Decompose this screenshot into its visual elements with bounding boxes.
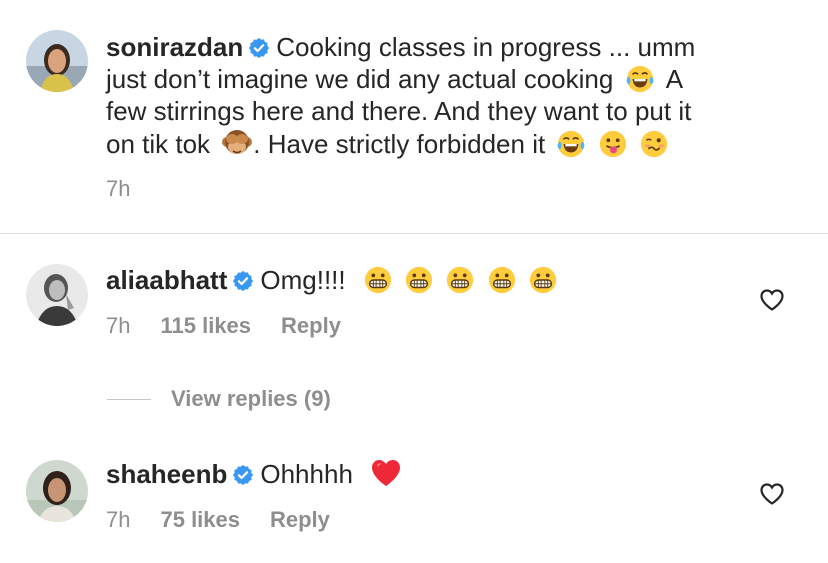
caption-divider [0,233,828,234]
caption-line-3: few stirrings here and there. And they w… [106,96,692,126]
comment-meta: 7h 115 likes Reply [106,312,341,340]
avatar-image [26,460,88,522]
verified-badge-icon [248,37,270,59]
tears-of-joy-emoji [625,64,655,94]
view-replies-button[interactable]: View replies (9) [107,384,331,414]
view-replies-label: View replies (9) [171,386,331,411]
see-no-evil-monkey-emoji [221,127,253,159]
comment-avatar[interactable] [26,460,88,522]
caption-line-4a: on tik tok [106,129,211,159]
comment-likes[interactable]: 115 likes [160,313,251,338]
tongue-out-emoji [598,129,628,159]
view-replies-line [107,398,151,400]
comment-body: Ohhhhh [260,459,353,489]
reply-button[interactable]: Reply [281,313,341,338]
caption-line-4b: . Have strictly forbidden it [253,129,546,159]
woozy-face-emoji [639,129,669,159]
heart-outline-icon[interactable] [759,288,785,312]
comment-avatar[interactable] [26,264,88,326]
tears-of-joy-emoji [556,129,586,159]
verified-badge-icon [232,464,254,486]
caption-avatar[interactable] [26,30,88,92]
caption-line-1: Cooking classes in progress ... umm [276,32,696,62]
comment-text: aliaabhatt Omg!!!! [106,264,558,296]
caption-text: sonirazdan Cooking classes in progress ..… [106,31,806,160]
caption-line-2: just don’t imagine we did any actual coo… [106,64,614,94]
grimacing-face-emoji [363,265,393,295]
heart-outline-icon[interactable] [759,482,785,506]
grimacing-face-emoji [404,265,434,295]
comment-username[interactable]: shaheenb [106,459,227,489]
post-caption: sonirazdan Cooking classes in progress ..… [0,0,828,233]
avatar-image [26,264,88,326]
grimacing-face-emoji [528,265,558,295]
caption-line-2b: A [665,64,684,94]
grimacing-face-emoji [487,265,517,295]
grimacing-face-emoji [445,265,475,295]
caption-time[interactable]: 7h [106,176,130,201]
comment-username[interactable]: aliaabhatt [106,265,227,295]
reply-button[interactable]: Reply [270,507,330,532]
comment-time[interactable]: 7h [106,507,130,532]
avatar-image [26,30,88,92]
caption-username[interactable]: sonirazdan [106,32,243,62]
caption-meta: 7h [106,175,130,203]
comment-text: shaheenb Ohhhhh [106,457,402,490]
red-heart-emoji [370,457,402,489]
verified-badge-icon [232,270,254,292]
comment-meta: 7h 75 likes Reply [106,506,330,534]
comment-likes[interactable]: 75 likes [160,507,240,532]
comment-time[interactable]: 7h [106,313,130,338]
comment-body: Omg!!!! [260,265,346,295]
